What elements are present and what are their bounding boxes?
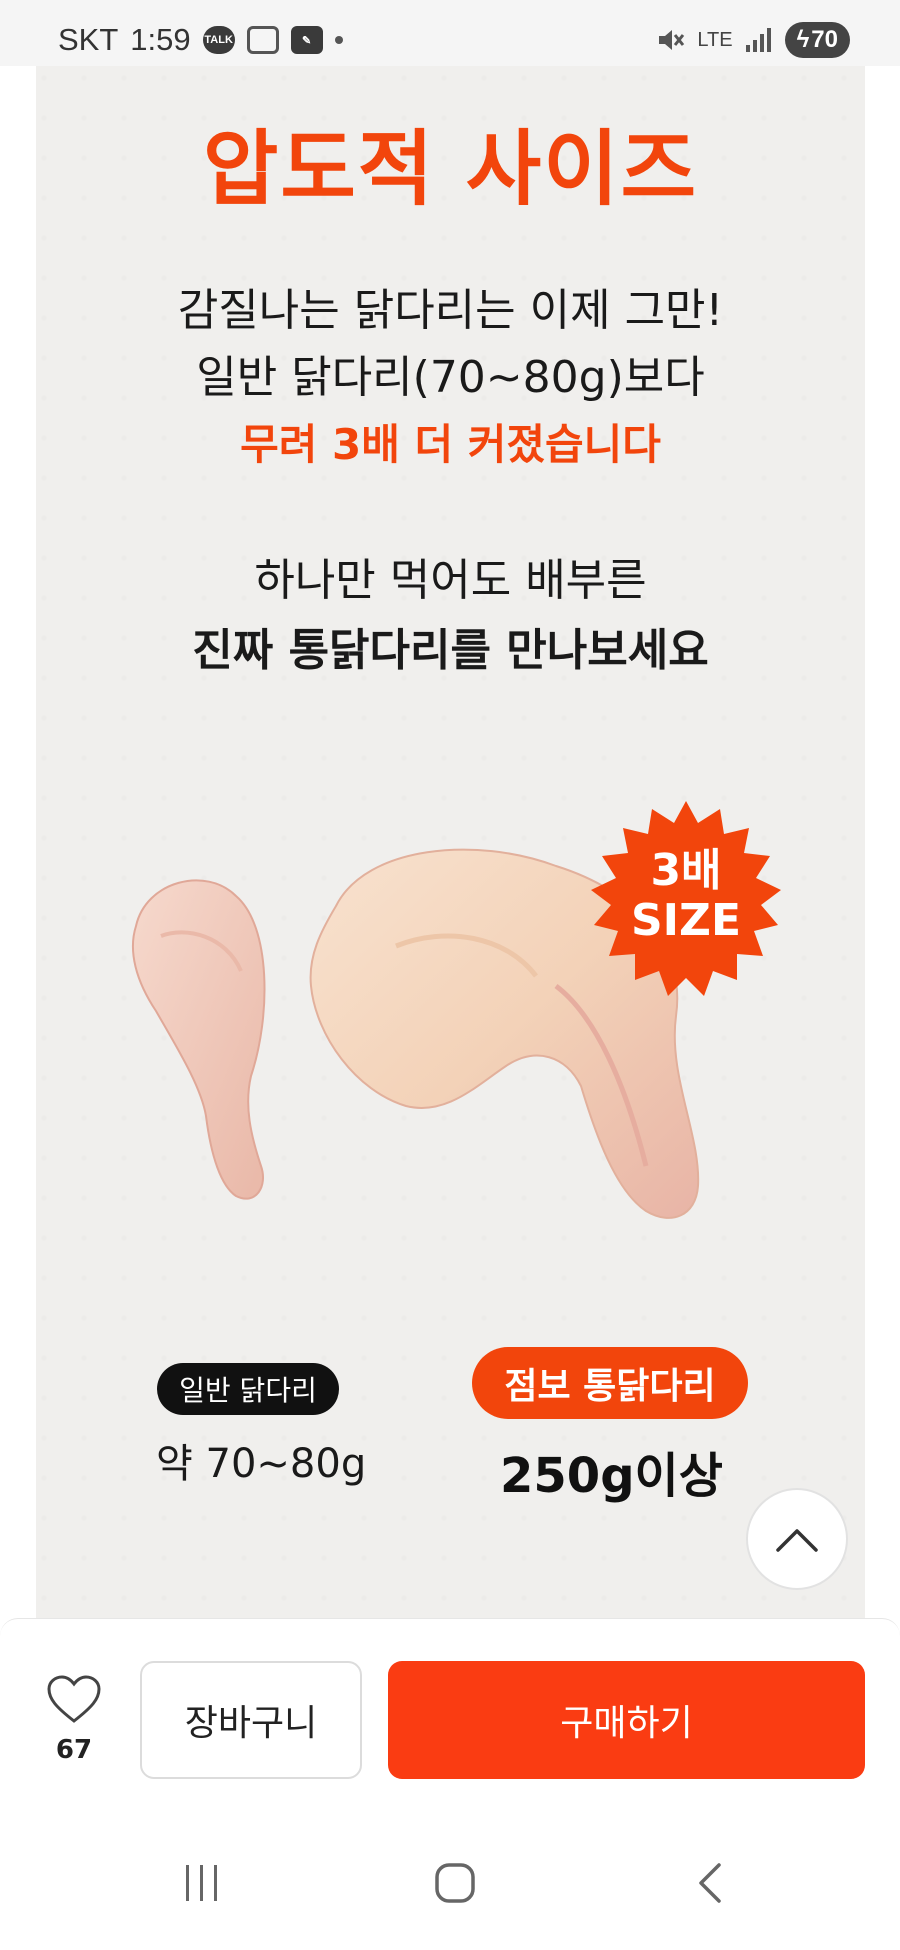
description-line-1: 감질나는 닭다리는 이제 그만! <box>177 285 724 336</box>
size-badge-text: 3배 SIZE <box>586 846 786 946</box>
charging-icon: ϟ <box>796 26 810 53</box>
home-button[interactable] <box>430 1858 480 1908</box>
description-line-5: 진짜 통닭다리를 만나보세요 <box>192 625 709 676</box>
status-bar: SKT 1:59 TALK ✎ LTE ϟ 70 <box>0 0 900 66</box>
normal-drumstick-label: 일반 닭다리 <box>157 1363 339 1415</box>
back-icon <box>699 1863 721 1903</box>
product-description-image: 압도적 사이즈 감질나는 닭다리는 이제 그만! 일반 닭다리(70~80g)보… <box>36 66 865 1622</box>
description-highlight: 무려 3배 더 커졌습니다 <box>240 420 661 469</box>
add-to-cart-button[interactable]: 장바구니 <box>140 1661 362 1779</box>
lte-icon: LTE <box>697 28 733 51</box>
home-icon <box>435 1863 475 1903</box>
back-button[interactable] <box>690 1858 730 1908</box>
recent-apps-icon <box>186 1865 217 1901</box>
status-right: LTE ϟ 70 <box>655 22 850 58</box>
app-notification-icon: ✎ <box>290 26 323 54</box>
mute-icon <box>659 30 685 50</box>
scroll-to-top-button[interactable] <box>746 1488 848 1590</box>
product-detail-screen: SKT 1:59 TALK ✎ LTE ϟ 70 압도적 사이즈 감질나는 닭다… <box>0 0 900 1950</box>
purchase-action-bar: 67 장바구니 구매하기 <box>0 1618 900 1818</box>
kakaotalk-icon: TALK <box>202 26 235 54</box>
heart-icon <box>47 1675 101 1723</box>
system-navigation-bar <box>0 1818 900 1950</box>
recent-apps-button[interactable] <box>180 1858 224 1908</box>
like-button[interactable]: 67 <box>44 1675 104 1765</box>
description-line-2: 일반 닭다리(70~80g)보다 <box>196 352 705 403</box>
jumbo-drumstick-label: 점보 통닭다리 <box>472 1347 748 1419</box>
chevron-up-icon <box>776 1529 818 1552</box>
normal-drumstick-image <box>132 879 266 1200</box>
section-title: 압도적 사이즈 <box>202 122 699 217</box>
badge-line-1: 3배 <box>650 845 722 896</box>
badge-line-2: SIZE <box>630 895 742 946</box>
clock: 1:59 <box>130 22 191 57</box>
battery-level: 70 <box>811 26 838 53</box>
buy-now-button[interactable]: 구매하기 <box>388 1661 865 1779</box>
like-count: 67 <box>55 1735 93 1765</box>
jumbo-weight: 250g이상 <box>500 1448 723 1504</box>
battery-indicator: ϟ 70 <box>784 22 850 58</box>
normal-weight: 약 70~80g <box>156 1441 367 1487</box>
signal-icon <box>745 28 771 52</box>
more-notifications-icon <box>334 36 343 44</box>
description-line-4: 하나만 먹어도 배부른 <box>254 555 647 606</box>
screenshot-icon <box>246 26 279 54</box>
carrier-label: SKT <box>58 22 119 57</box>
status-left: SKT 1:59 TALK ✎ <box>58 22 343 58</box>
